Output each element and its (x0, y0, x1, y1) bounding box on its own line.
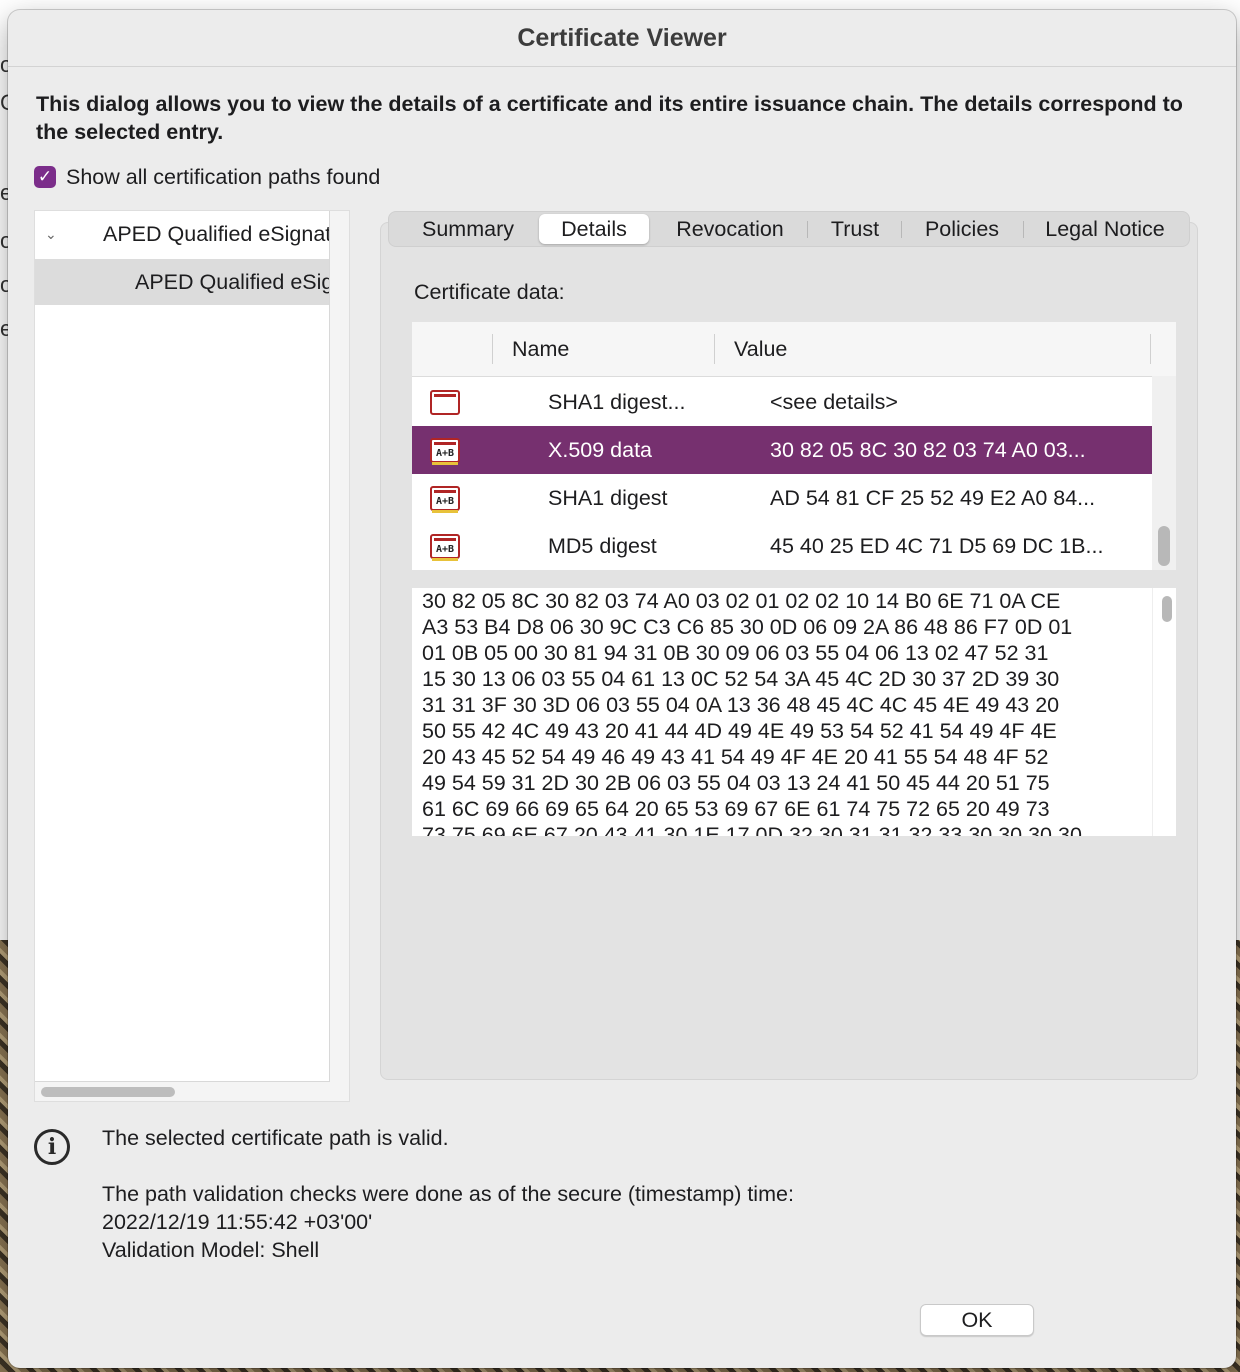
row-value: AD 54 81 CF 25 52 49 E2 A0 84... (770, 486, 1096, 510)
row-value: 30 82 05 8C 30 82 03 74 A0 03... (770, 438, 1086, 462)
tab-separator (807, 221, 808, 238)
tree-horizontal-scrollbar[interactable] (41, 1087, 175, 1097)
show-all-paths-checkbox[interactable]: ✓ (34, 166, 56, 188)
tab-bar: Summary Details Revocation Trust Policie… (388, 211, 1190, 247)
grid-row[interactable]: SHA1 digest... <see details> (412, 378, 1152, 426)
hex-data-text: 30 82 05 8C 30 82 03 74 A0 03 02 01 02 0… (422, 588, 1152, 836)
hex-line: 30 82 05 8C 30 82 03 74 A0 03 02 01 02 0… (422, 589, 1061, 613)
row-value: 45 40 25 ED 4C 71 D5 69 DC 1B... (770, 534, 1104, 558)
chevron-down-icon[interactable]: ⌄ (45, 211, 57, 257)
binary-data-icon: A+B (430, 438, 460, 465)
tree-item-root[interactable]: ⌄ APED Qualified eSignature (35, 211, 329, 257)
tree-item-child[interactable]: APED Qualified eSignature (35, 259, 329, 305)
grid-scrollbar-thumb[interactable] (1158, 526, 1170, 566)
hex-line: 73 75 69 6E 67 20 43 41 30 1E 17 0D 32 3… (422, 823, 1082, 836)
certificate-data-label: Certificate data: (414, 280, 565, 304)
certification-path-panel: ⌄ APED Qualified eSignature APED Qualifi… (34, 210, 350, 1102)
tab-details[interactable]: Details (539, 214, 649, 244)
column-separator[interactable] (714, 334, 715, 364)
column-separator[interactable] (1150, 334, 1151, 364)
show-all-paths-row[interactable]: ✓ Show all certification paths found (34, 162, 380, 192)
certification-path-tree: ⌄ APED Qualified eSignature APED Qualifi… (35, 211, 330, 1082)
info-icon: i (34, 1129, 70, 1165)
hex-line: 50 55 42 4C 49 43 20 41 44 4D 49 4E 49 5… (422, 719, 1057, 743)
hex-scrollbar-thumb[interactable] (1162, 596, 1172, 622)
dialog-title: Certificate Viewer (8, 10, 1236, 67)
certificate-viewer-dialog: Certificate Viewer This dialog allows yo… (8, 10, 1236, 1368)
grid-header: Name Value (412, 322, 1176, 377)
tab-summary[interactable]: Summary (399, 212, 537, 246)
grid-row[interactable]: A+B SHA1 digest AD 54 81 CF 25 52 49 E2 … (412, 474, 1152, 522)
grid-row[interactable]: A+B MD5 digest 45 40 25 ED 4C 71 D5 69 D… (412, 522, 1152, 570)
binary-data-icon: A+B (430, 534, 460, 561)
tab-trust[interactable]: Trust (809, 212, 901, 246)
row-name: SHA1 digest... (548, 390, 686, 414)
certificate-data-grid: Name Value SHA1 digest... <see details> … (412, 322, 1176, 570)
hex-line: 61 6C 69 66 69 65 64 20 65 53 69 67 6E 6… (422, 797, 1050, 821)
tab-policies[interactable]: Policies (903, 212, 1021, 246)
path-valid-message: The selected certificate path is valid. (102, 1126, 449, 1150)
show-all-paths-label: Show all certification paths found (66, 164, 381, 189)
tab-separator (901, 221, 902, 238)
hex-line: 20 43 45 52 54 49 46 49 43 41 54 49 4F 4… (422, 745, 1049, 769)
hex-line: 49 54 59 31 2D 30 2B 06 03 55 04 03 13 2… (422, 771, 1050, 795)
tree-item-label: APED Qualified eSignature (103, 222, 329, 246)
tab-legal-notice[interactable]: Legal Notice (1025, 212, 1185, 246)
intro-text: This dialog allows you to view the detai… (36, 92, 1183, 144)
hex-line: 31 31 3F 30 3D 06 03 55 04 0A 13 36 48 4… (422, 693, 1060, 717)
column-header-value[interactable]: Value (734, 322, 787, 376)
row-value: <see details> (770, 390, 898, 414)
hex-vertical-scrollbar[interactable] (1152, 588, 1176, 836)
hex-line: A3 53 B4 D8 06 30 9C C3 C6 85 30 0D 06 0… (422, 615, 1073, 639)
tab-separator (1023, 221, 1024, 238)
validation-model: Validation Model: Shell (102, 1238, 320, 1262)
validation-time-text: The path validation checks were done as … (102, 1182, 794, 1206)
row-name: SHA1 digest (548, 486, 668, 510)
hex-line: 01 0B 05 00 30 81 94 31 0B 30 09 06 03 5… (422, 641, 1049, 665)
tree-item-label: APED Qualified eSignature (135, 270, 329, 294)
hex-line: 15 30 13 06 03 55 04 61 13 0C 52 54 3A 4… (422, 667, 1060, 691)
column-separator[interactable] (492, 334, 493, 364)
hex-data-view[interactable]: 30 82 05 8C 30 82 03 74 A0 03 02 01 02 0… (412, 588, 1176, 836)
row-name: MD5 digest (548, 534, 657, 558)
column-header-name[interactable]: Name (512, 322, 569, 376)
tab-revocation[interactable]: Revocation (655, 212, 805, 246)
row-name: X.509 data (548, 438, 653, 462)
binary-data-icon: A+B (430, 486, 460, 513)
grid-row-selected[interactable]: A+B X.509 data 30 82 05 8C 30 82 03 74 A… (412, 426, 1152, 474)
ok-button[interactable]: OK (920, 1304, 1034, 1336)
certificate-icon (430, 390, 460, 415)
validation-timestamp: 2022/12/19 11:55:42 +03'00' (102, 1210, 373, 1234)
